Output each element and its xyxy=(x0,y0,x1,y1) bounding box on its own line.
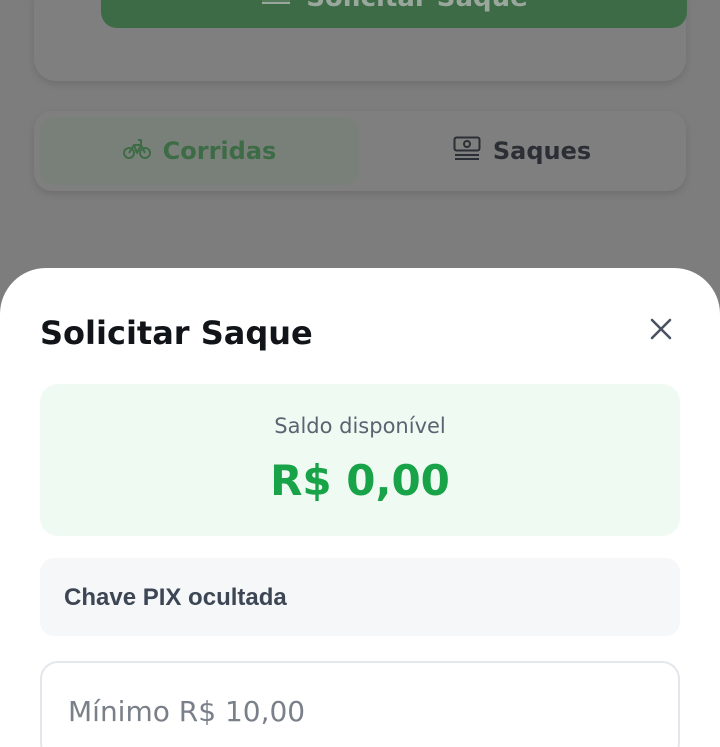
amount-input[interactable] xyxy=(40,661,680,747)
tab-saques-label: Saques xyxy=(492,137,592,165)
close-icon xyxy=(650,318,672,344)
balance-card: Saldo disponível R$ 0,00 xyxy=(40,384,680,536)
pix-key-label: Chave PIX ocultada xyxy=(64,584,287,611)
bicycle-icon xyxy=(122,136,151,166)
balance-value: R$ 0,00 xyxy=(270,456,450,505)
tab-corridas[interactable]: Corridas xyxy=(40,117,359,185)
withdraw-card: Solicitar Saque xyxy=(34,0,687,81)
withdraw-modal: Solicitar Saque Saldo disponível R$ 0,00… xyxy=(0,268,720,747)
close-button[interactable] xyxy=(645,315,677,347)
request-withdraw-label: Solicitar Saque xyxy=(306,0,528,13)
tab-corridas-label: Corridas xyxy=(162,137,277,165)
tab-bar: Corridas Saques xyxy=(34,111,686,191)
request-withdraw-button[interactable]: Solicitar Saque xyxy=(101,0,687,28)
balance-label: Saldo disponível xyxy=(274,414,446,438)
money-icon xyxy=(453,136,481,166)
tab-saques[interactable]: Saques xyxy=(364,117,680,185)
pix-key-display: Chave PIX ocultada xyxy=(40,558,680,636)
modal-title: Solicitar Saque xyxy=(40,314,313,352)
money-icon xyxy=(260,0,292,11)
